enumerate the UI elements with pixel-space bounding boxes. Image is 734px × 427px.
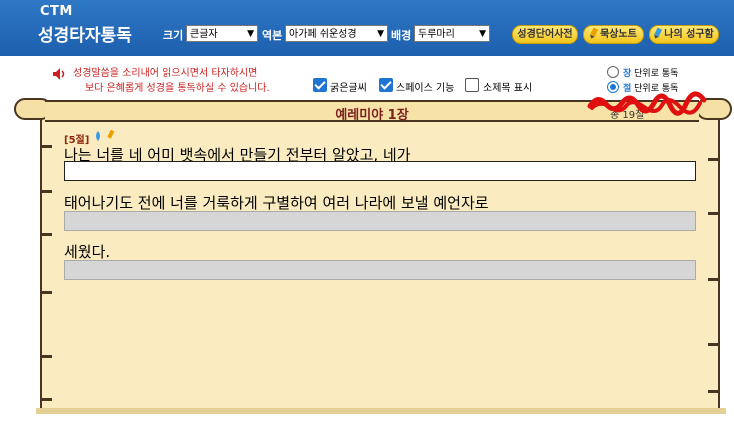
subtitle-checkbox-label: 소제목 표시	[483, 83, 533, 94]
chapter-mode-radio[interactable]	[607, 66, 619, 78]
typing-input-line-1[interactable]	[64, 161, 696, 181]
verse-line-3: 세웠다.	[64, 243, 111, 261]
my-verses-label: 나의 성구함	[664, 29, 714, 40]
scroll-edge-mark	[708, 278, 720, 281]
my-verses-button[interactable]: 나의 성구함	[649, 25, 719, 44]
scroll-edge-mark	[40, 355, 52, 358]
scroll-edge-mark	[40, 398, 52, 401]
read-aloud-notice: 성경말씀을 소리내어 읽으시면서 타자하시면 보다 은혜롭게 성경을 통독하실 …	[73, 66, 270, 96]
notice-line-1: 성경말씀을 소리내어 읽으시면서 타자하시면	[73, 68, 258, 79]
meditation-note-label: 묵상노트	[600, 29, 637, 40]
bold-checkbox[interactable]	[313, 78, 327, 92]
size-select-value: 큰글자	[190, 29, 218, 40]
scroll-bottom-edge	[36, 408, 726, 414]
space-function-label: 스페이스 기능	[396, 83, 455, 94]
dictionary-button[interactable]: 성경단어사전	[512, 25, 578, 44]
chevron-down-icon: ▼	[247, 29, 254, 39]
typing-input-line-2[interactable]	[64, 211, 696, 231]
pencil-icon[interactable]	[107, 130, 115, 139]
meditation-note-button[interactable]: 묵상노트	[583, 25, 644, 44]
scroll-edge-mark	[708, 343, 720, 346]
pencil-icon	[588, 27, 599, 40]
version-select-value: 아가페 쉬운성경	[289, 29, 357, 40]
scroll-edge-mark	[40, 190, 52, 193]
app-logo-title[interactable]: 성경타자통독	[38, 21, 132, 46]
version-select[interactable]: 아가페 쉬운성경 ▼	[285, 25, 388, 42]
verse-icons	[96, 130, 115, 141]
redaction-scribble	[587, 91, 707, 116]
scroll-edge-mark	[40, 233, 52, 236]
size-select[interactable]: 큰글자 ▼	[186, 25, 258, 42]
chevron-down-icon: ▼	[377, 29, 384, 39]
size-label: 크기	[163, 29, 184, 42]
pencil-icon	[652, 27, 663, 40]
scroll-edge-mark	[40, 145, 52, 148]
background-select[interactable]: 두루마리 ▼	[414, 25, 490, 42]
background-select-value: 두루마리	[418, 29, 455, 40]
logo-ctm[interactable]: CTM	[40, 4, 73, 19]
chapter-mode-label: 장 단위로 통독	[623, 66, 678, 79]
scroll-edge-mark	[708, 390, 720, 393]
bold-checkbox-label: 굵은글씨	[330, 83, 367, 94]
chapter-mode-prefix: 장	[623, 69, 632, 79]
drop-icon[interactable]	[96, 131, 100, 141]
typing-input-line-3[interactable]	[64, 260, 696, 280]
chevron-down-icon: ▼	[479, 29, 486, 39]
version-label: 역본	[262, 29, 283, 42]
scroll-edge-mark	[708, 212, 720, 215]
speaker-icon	[53, 68, 65, 80]
space-function-checkbox[interactable]	[379, 78, 393, 92]
background-label: 배경	[391, 29, 412, 42]
subtitle-checkbox[interactable]	[465, 78, 479, 92]
notice-line-2: 보다 은혜롭게 성경을 통독하실 수 있습니다.	[85, 83, 270, 94]
dictionary-button-label: 성경단어사전	[517, 29, 573, 40]
chapter-mode-suffix: 단위로 통독	[634, 69, 679, 79]
scroll-edge-mark	[40, 291, 52, 294]
scroll-edge-mark	[708, 158, 720, 161]
verse-line-2: 태어나기도 전에 너를 거룩하게 구별하여 여러 나라에 보낼 예언자로	[64, 194, 489, 212]
